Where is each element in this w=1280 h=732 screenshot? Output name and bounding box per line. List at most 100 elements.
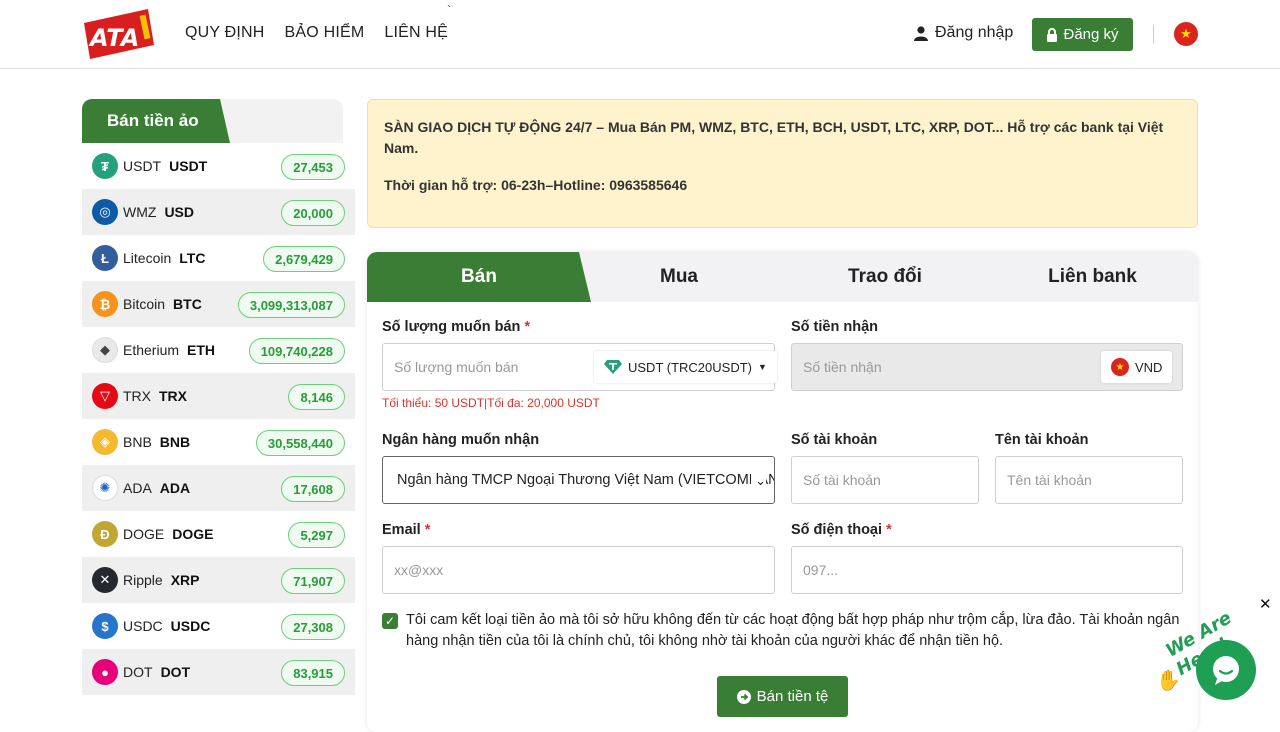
cardano-icon: ✺ xyxy=(92,475,118,501)
ata-logo[interactable]: ATA xyxy=(82,9,156,59)
coin-row[interactable]: ✺ ADA ADA 17,608 xyxy=(82,465,355,511)
notice-line-1: SÀN GIAO DỊCH TỰ ĐỘNG 24/7 – Mua Bán PM,… xyxy=(384,119,1164,156)
sell-submit-button[interactable]: Bán tiền tệ xyxy=(717,676,848,717)
nav-quy-dinh[interactable]: QUY ĐỊNH xyxy=(185,24,265,42)
tron-icon: ▽ xyxy=(92,383,118,409)
main-nav: QUY ĐỊNH BẢO HIỂM LIÊN HỆ xyxy=(185,24,448,42)
arrow-circle-right-icon xyxy=(736,689,751,704)
coin-name: Etherium xyxy=(123,342,180,358)
account-number-input[interactable]: Số tài khoản xyxy=(791,456,979,504)
coin-name: DOGE xyxy=(123,526,165,542)
coin-code: LTC xyxy=(179,250,206,266)
coin-price-badge: 71,907 xyxy=(281,568,345,594)
coin-price-badge: 5,297 xyxy=(288,522,345,548)
coin-row[interactable]: ₿ Bitcoin BTC 3,099,313,087 xyxy=(82,281,355,327)
notice-line-2: Thời gian hỗ trợ: 06-23h–Hotline: 096358… xyxy=(384,177,688,193)
coin-row[interactable]: ₮ USDT USDT 27,453 xyxy=(82,143,355,189)
sidebar-title[interactable]: Bán tiền ảo xyxy=(82,99,230,143)
chat-close-icon[interactable]: ✕ xyxy=(1259,595,1272,613)
coin-price-badge: 83,915 xyxy=(281,660,345,686)
coin-row[interactable]: ◆ Etherium ETH 109,740,228 xyxy=(82,327,355,373)
phone-placeholder: 097... xyxy=(803,562,839,578)
account-number-label: Số tài khoản xyxy=(791,432,878,448)
coin-price-badge: 3,099,313,087 xyxy=(237,292,345,318)
coin-name: Litecoin xyxy=(123,250,172,266)
header-divider xyxy=(1153,25,1154,43)
phone-input[interactable]: 097... xyxy=(791,546,1183,594)
coin-code: USD xyxy=(164,204,194,220)
receive-placeholder: Số tiền nhận xyxy=(803,359,882,375)
coin-code: XRP xyxy=(170,572,200,588)
amount-label: Số lượng muốn bán * xyxy=(382,319,531,335)
coin-price-badge: 8,146 xyxy=(288,384,345,410)
coin-row[interactable]: ◈ BNB BNB 30,558,440 xyxy=(82,419,355,465)
user-icon xyxy=(914,25,928,41)
coin-row[interactable]: Ł Litecoin LTC 2,679,429 xyxy=(82,235,355,281)
receive-currency-label: VND xyxy=(1135,359,1163,375)
coin-code: ETH xyxy=(187,342,216,358)
coin-price-badge: 20,000 xyxy=(281,200,345,226)
svg-text:ATA: ATA xyxy=(88,24,139,52)
coin-row[interactable]: ▽ TRX TRX 8,146 xyxy=(82,373,355,419)
coin-code: DOT xyxy=(160,664,191,680)
email-label: Email * xyxy=(382,522,431,538)
receive-label: Số tiền nhận xyxy=(791,319,878,335)
ripple-icon: ✕ xyxy=(92,567,118,593)
webmoney-icon: ◎ xyxy=(92,199,118,225)
account-name-placeholder: Tên tài khoản xyxy=(1007,472,1092,488)
trade-panel: Bán Mua Trao đổi Liên bank Số lượng muốn… xyxy=(367,252,1198,732)
tab-ban[interactable]: Bán xyxy=(367,252,591,302)
coin-name: Bitcoin xyxy=(123,296,166,312)
amount-placeholder: Số lượng muốn bán xyxy=(394,359,519,375)
coin-price-badge: 109,740,228 xyxy=(248,338,345,364)
caret-down-icon: ▼ xyxy=(758,362,767,372)
chevron-down-icon: ⌄ xyxy=(751,473,766,489)
bitcoin-icon: ₿ xyxy=(92,291,118,317)
sidebar-tabbar: Bán tiền ảo xyxy=(82,99,343,143)
coin-name: BNB xyxy=(123,434,152,450)
coin-code: BTC xyxy=(173,296,202,312)
coin-code: BNB xyxy=(159,434,191,450)
coin-price-badge: 30,558,440 xyxy=(255,430,345,456)
chat-icon xyxy=(1213,656,1239,685)
chat-bubble-button[interactable] xyxy=(1196,640,1256,700)
ethereum-icon: ◆ xyxy=(92,337,118,363)
coin-price-badge: 2,679,429 xyxy=(263,246,345,272)
bank-select[interactable]: Ngân hàng TMCP Ngoại Thương Việt Nam (VI… xyxy=(382,456,775,504)
amount-currency-label: USDT (TRC20USDT) xyxy=(628,359,752,375)
coin-row[interactable]: ● DOT DOT 83,915 xyxy=(82,649,355,695)
account-name-label: Tên tài khoản xyxy=(995,432,1089,448)
tab-lien-bank[interactable]: Liên bank xyxy=(987,252,1198,302)
commitment-checkbox[interactable]: ✓ xyxy=(382,613,398,629)
receive-currency-button[interactable]: ★ VND xyxy=(1101,351,1173,383)
coin-code: ADA xyxy=(159,480,191,496)
coin-name: DOT xyxy=(123,664,153,680)
bnb-icon: ◈ xyxy=(92,429,118,455)
register-button[interactable]: Đăng ký xyxy=(1032,18,1133,51)
coin-row[interactable]: Ð DOGE DOGE 5,297 xyxy=(82,511,355,557)
vn-flag-icon[interactable]: ★ xyxy=(1174,22,1198,46)
tab-trao-doi[interactable]: Trao đổi xyxy=(783,252,987,302)
coin-price-badge: 17,608 xyxy=(281,476,345,502)
vn-flag-small-icon: ★ xyxy=(1111,358,1129,376)
coin-row[interactable]: $ USDC USDC 27,308 xyxy=(82,603,355,649)
stray-mark: ` xyxy=(447,3,451,17)
email-input[interactable]: xx@xxx xyxy=(382,546,775,594)
tab-mua[interactable]: Mua xyxy=(575,252,783,302)
coin-name: USDC xyxy=(123,618,163,634)
lock-icon xyxy=(1047,27,1058,42)
login-label: Đăng nhập xyxy=(935,24,1014,41)
coin-code: USDC xyxy=(170,618,211,634)
dogecoin-icon: Ð xyxy=(92,521,118,547)
nav-bao-hiem[interactable]: BẢO HIỂM xyxy=(285,24,365,42)
coin-row[interactable]: ◎ WMZ USD 20,000 xyxy=(82,189,355,235)
nav-lien-he[interactable]: LIÊN HỆ xyxy=(384,24,448,42)
amount-currency-dropdown[interactable]: USDT (TRC20USDT) ▼ xyxy=(594,351,777,383)
coin-row[interactable]: ✕ Ripple XRP 71,907 xyxy=(82,557,355,603)
bank-label: Ngân hàng muốn nhận xyxy=(382,432,540,448)
usdt-diamond-icon xyxy=(604,360,622,374)
login-link[interactable]: Đăng nhập xyxy=(914,24,1013,42)
coin-name: USDT xyxy=(123,158,162,174)
account-name-input[interactable]: Tên tài khoản xyxy=(995,456,1183,504)
commitment-text: Tôi cam kết loại tiền ảo mà tôi sở hữu k… xyxy=(406,612,1180,649)
